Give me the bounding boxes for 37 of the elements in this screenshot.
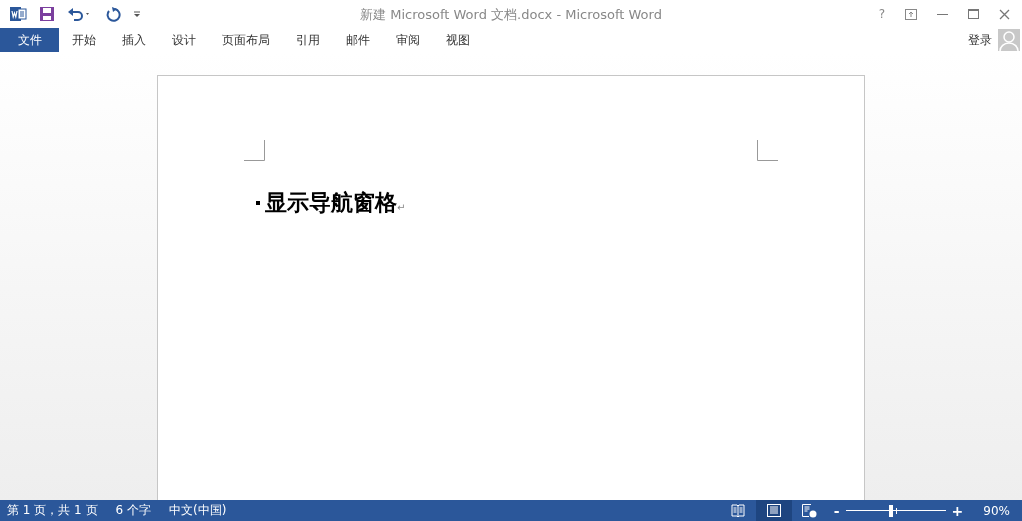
window-title: 新建 Microsoft Word 文档.docx - Microsoft Word [360, 6, 662, 24]
zoom-slider-thumb[interactable] [888, 504, 893, 517]
file-tab[interactable]: 文件 [0, 28, 59, 52]
ribbon-tab[interactable]: 视图 [433, 28, 483, 52]
help-button[interactable]: ? [878, 7, 885, 21]
zoom-in-button[interactable]: + [945, 502, 970, 519]
save-icon[interactable] [39, 6, 55, 22]
language-label[interactable]: 中文(中国) [162, 502, 234, 519]
redo-icon[interactable] [105, 6, 121, 22]
ribbon-tab[interactable]: 页面布局 [209, 28, 283, 52]
book-icon [730, 504, 745, 517]
document-heading: 显示导航窗格 [265, 188, 397, 217]
zoom-slider[interactable] [845, 505, 946, 516]
view-button[interactable] [755, 500, 792, 521]
ribbon-tab[interactable]: 开始 [59, 28, 109, 52]
ribbon-tab[interactable]: 设计 [159, 28, 209, 52]
ribbon-tab[interactable]: 插入 [109, 28, 159, 52]
page-lines-icon [766, 504, 781, 517]
zoom-level[interactable]: 90% [969, 503, 1022, 518]
zoom-out-button[interactable]: - [827, 502, 846, 519]
maximize-icon[interactable] [968, 9, 979, 19]
margin-corner-icon [757, 140, 778, 161]
customize-caret-icon[interactable] [133, 10, 141, 18]
margin-corner-icon [244, 140, 265, 161]
ribbon-tab[interactable]: 邮件 [333, 28, 383, 52]
word-count[interactable]: 6 个字 [108, 502, 158, 519]
page-count[interactable]: 第 1 页，共 1 页 [0, 502, 105, 519]
word-logo-icon[interactable] [9, 5, 27, 23]
ribbon-display-icon[interactable] [905, 8, 917, 20]
web-page-icon [802, 503, 818, 518]
minimize-icon[interactable] [937, 12, 948, 16]
ribbon-tab[interactable]: 引用 [283, 28, 333, 52]
paragraph-mark: ↵ [397, 201, 406, 213]
close-icon[interactable] [999, 8, 1010, 20]
sign-in-link[interactable]: 登录 [968, 31, 992, 49]
ribbon-tab[interactable]: 审阅 [383, 28, 433, 52]
bullet-icon [256, 201, 260, 205]
